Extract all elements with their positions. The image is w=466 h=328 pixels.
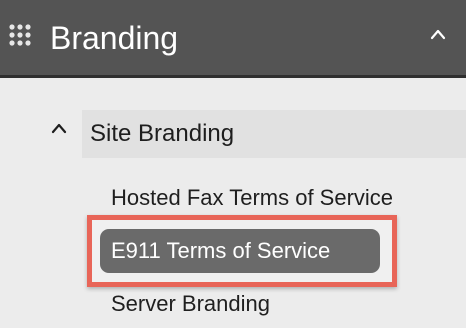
nav-item-hosted-fax-terms[interactable]: Hosted Fax Terms of Service <box>111 184 393 212</box>
nav-item-server-branding[interactable]: Server Branding <box>111 290 270 318</box>
branding-header[interactable]: Branding <box>0 0 466 78</box>
header-title: Branding <box>50 20 179 56</box>
grid-menu-icon <box>9 24 31 46</box>
section-chevron-up-icon[interactable] <box>50 122 68 134</box>
chevron-up-icon[interactable] <box>430 28 446 40</box>
section-label[interactable]: Site Branding <box>90 119 234 149</box>
nav-item-e911-terms-label[interactable]: E911 Terms of Service <box>111 237 330 265</box>
